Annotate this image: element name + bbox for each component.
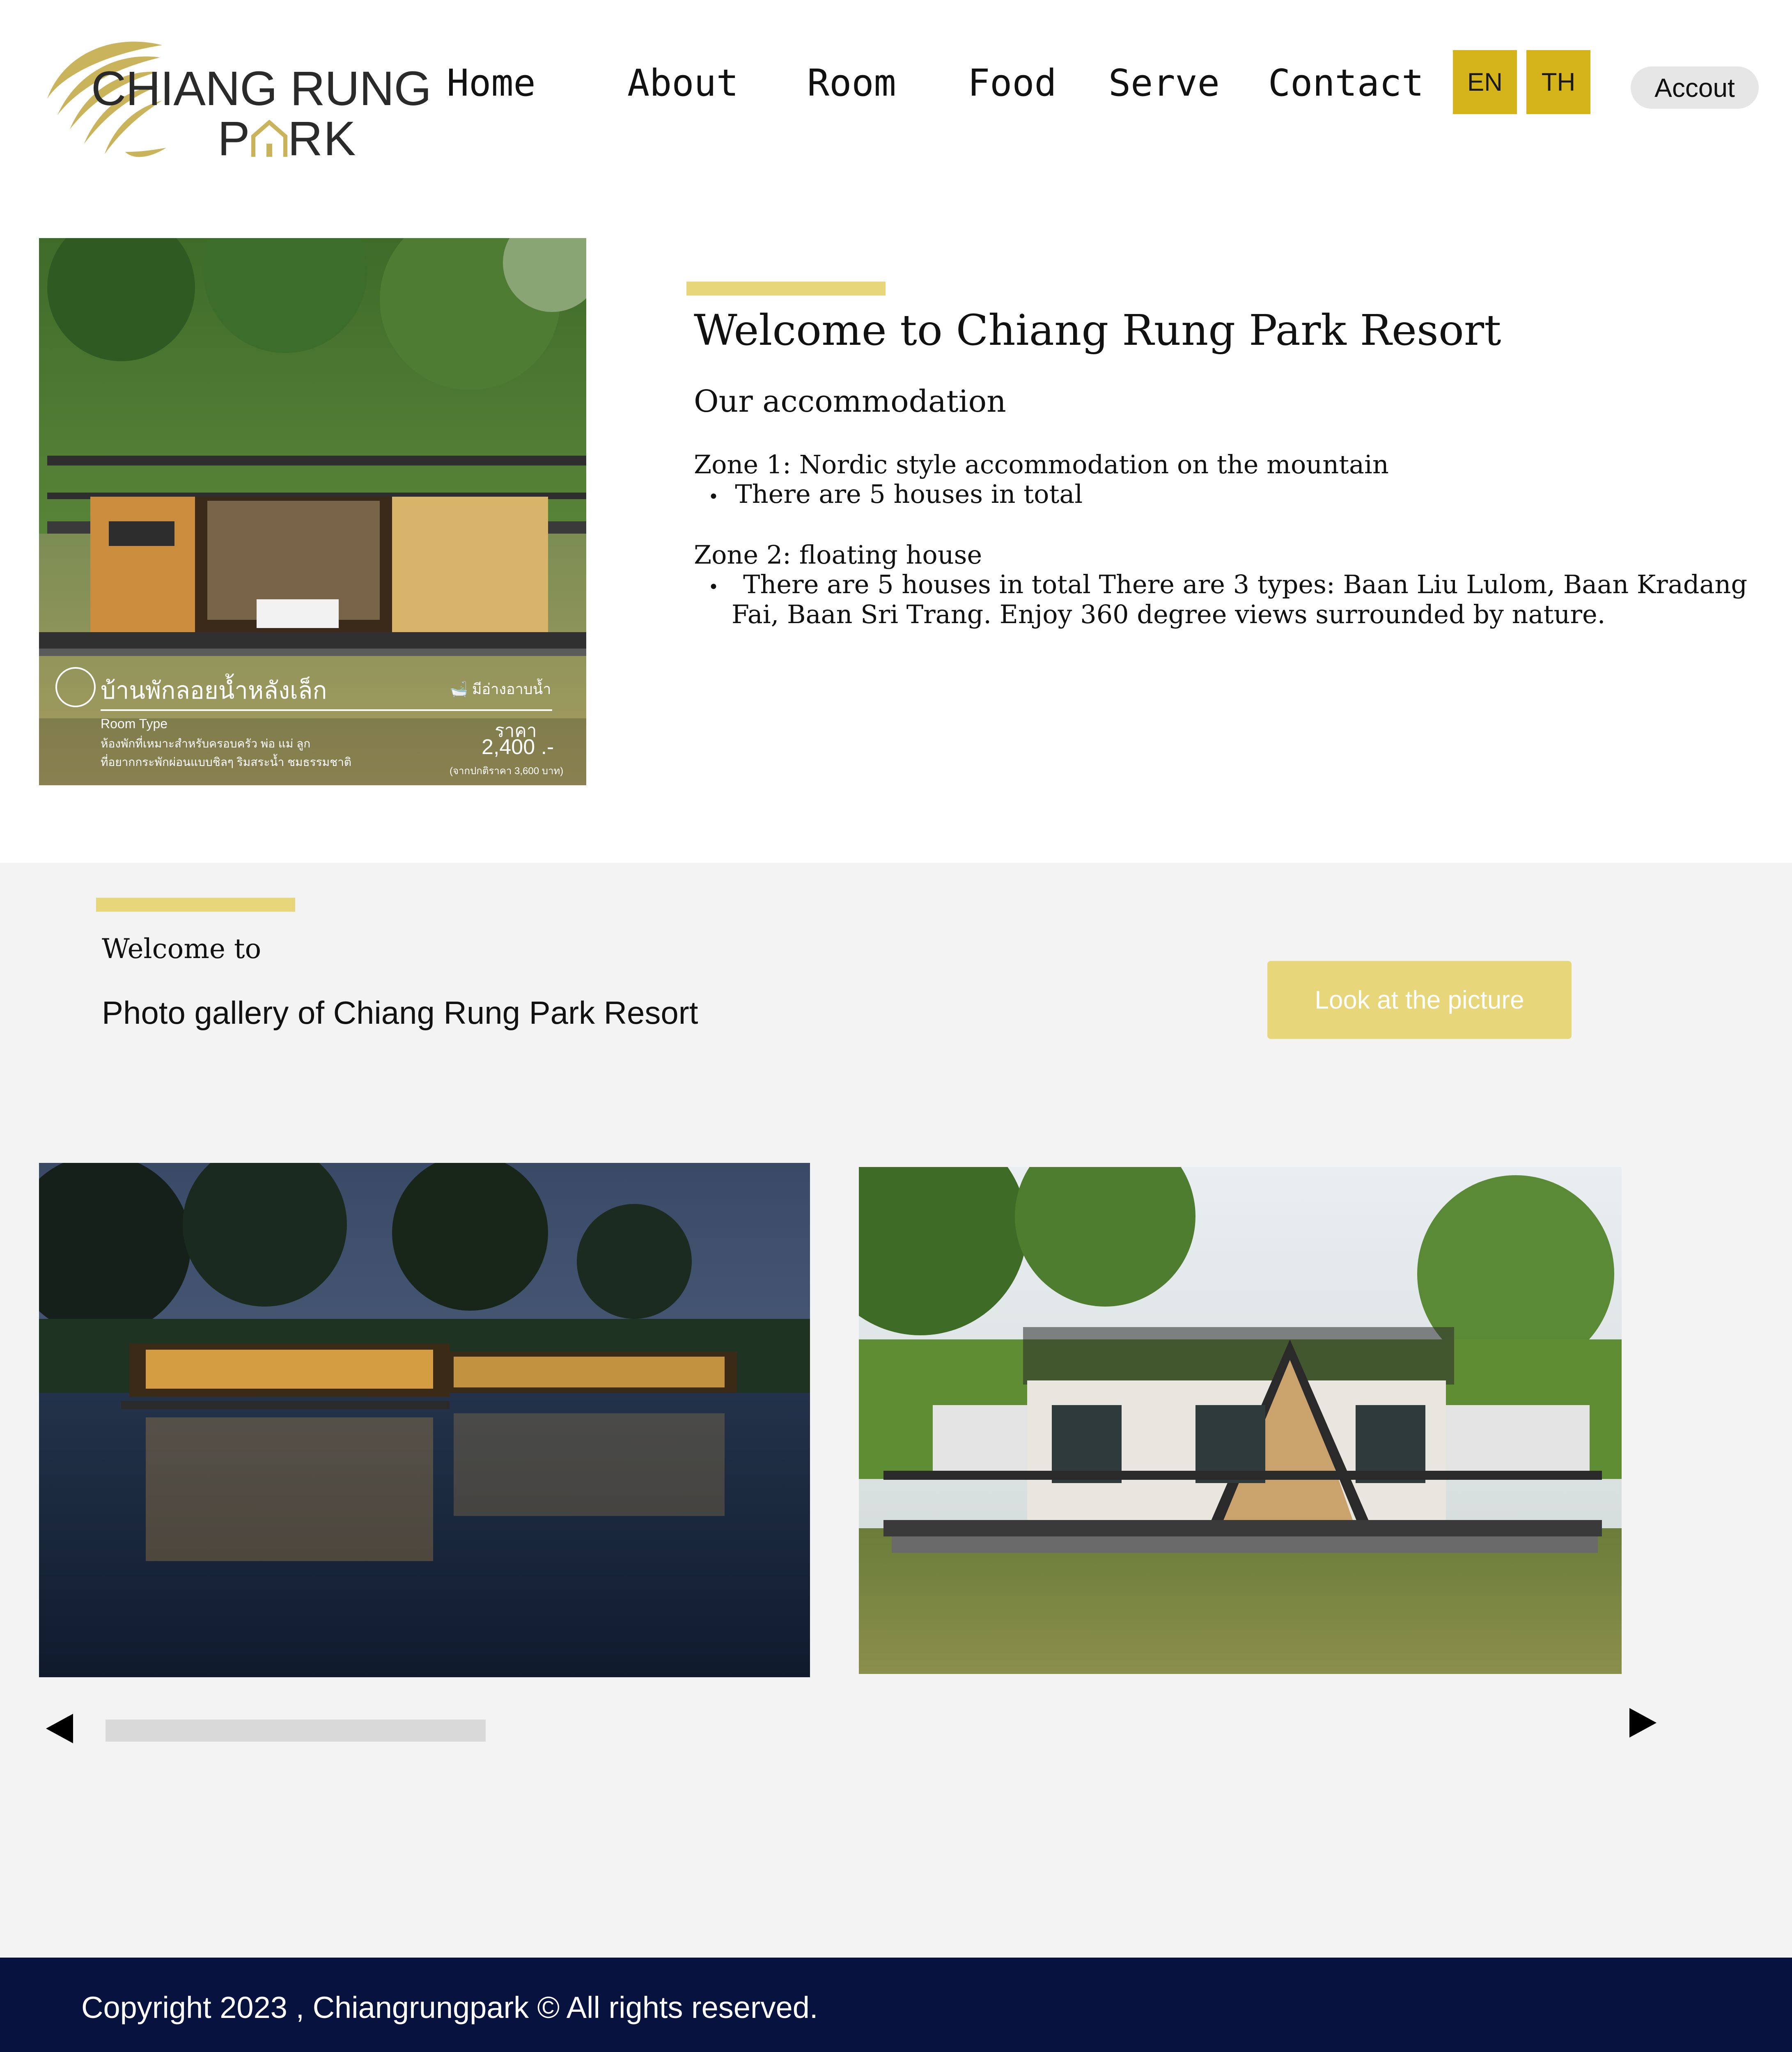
bullet-icon: •	[708, 577, 719, 598]
poster-bath-tag: 🛁 มีอ่างอาบน้ำ	[450, 681, 551, 697]
accommodation-subtitle: Our accommodation	[694, 384, 1006, 419]
welcome-title: Welcome to Chiang Rung Park Resort	[694, 306, 1501, 355]
gallery-image-day[interactable]	[859, 1167, 1622, 1674]
look-at-picture-button[interactable]: Look at the picture	[1267, 961, 1572, 1039]
language-en-button[interactable]: EN	[1453, 50, 1517, 114]
bathtub-icon: 🛁	[450, 681, 472, 697]
gallery-small-heading: Welcome to	[102, 933, 262, 965]
poster-desc-2: ที่อยากกระพักผ่อนแบบชิลๆ ริมสระน้ำ ชมธรร…	[101, 756, 352, 768]
zone1-bullet: • There are 5 houses in total	[708, 479, 1083, 509]
prev-arrow-icon[interactable]	[46, 1714, 73, 1743]
brand-logo[interactable]: CHIANG RUNG P RK	[39, 29, 431, 166]
gallery-image-night[interactable]	[39, 1163, 810, 1677]
nav-about[interactable]: About	[627, 62, 739, 105]
language-th-button[interactable]: TH	[1526, 50, 1590, 114]
accent-bar	[686, 282, 886, 296]
poster-title: บ้านพักลอยน้ำหลังเล็ก	[101, 677, 327, 704]
gallery-scrollbar[interactable]	[106, 1720, 486, 1742]
day-floating-house-photo	[859, 1167, 1622, 1674]
zone2-title: Zone 2: floating house	[694, 540, 982, 570]
nav-room[interactable]: Room	[807, 62, 896, 105]
nav-serve[interactable]: Serve	[1108, 62, 1220, 105]
account-button[interactable]: Accout	[1631, 66, 1759, 109]
bullet-icon: •	[708, 486, 719, 507]
zone2-bullet: • There are 5 houses in total There are …	[708, 569, 1748, 599]
poster-logo-icon	[55, 667, 96, 707]
gallery-title: Photo gallery of Chiang Rung Park Resort	[102, 995, 698, 1031]
logo-text-line2: P RK	[218, 112, 357, 166]
zone2-bullet-cont: Fai, Baan Sri Trang. Enjoy 360 degree vi…	[732, 599, 1606, 629]
nav-food[interactable]: Food	[968, 62, 1057, 105]
nav-contact[interactable]: Contact	[1268, 62, 1424, 105]
poster-price: 2,400 .-	[482, 735, 554, 759]
logo-text-line1: CHIANG RUNG	[91, 62, 431, 116]
zone1-title: Zone 1: Nordic style accommodation on th…	[694, 449, 1389, 479]
poster-room-type: Room Type	[101, 716, 168, 731]
poster-desc-1: ห้องพักที่เหมาะสำหรับครอบครัว พ่อ แม่ ลู…	[101, 737, 311, 750]
nav-home[interactable]: Home	[447, 62, 536, 105]
footer-copyright: Copyright 2023 , Chiangrungpark © All ri…	[81, 1990, 818, 2024]
next-arrow-icon[interactable]	[1629, 1708, 1657, 1738]
house-icon	[251, 119, 287, 157]
poster-price-note: (จากปกติราคา 3,600 บาท)	[450, 766, 564, 777]
gallery-accent-bar	[96, 898, 295, 912]
night-floating-houses-photo	[39, 1163, 810, 1677]
room-promo-image: บ้านพักลอยน้ำหลังเล็ก 🛁 มีอ่างอาบน้ำ Roo…	[39, 238, 586, 785]
